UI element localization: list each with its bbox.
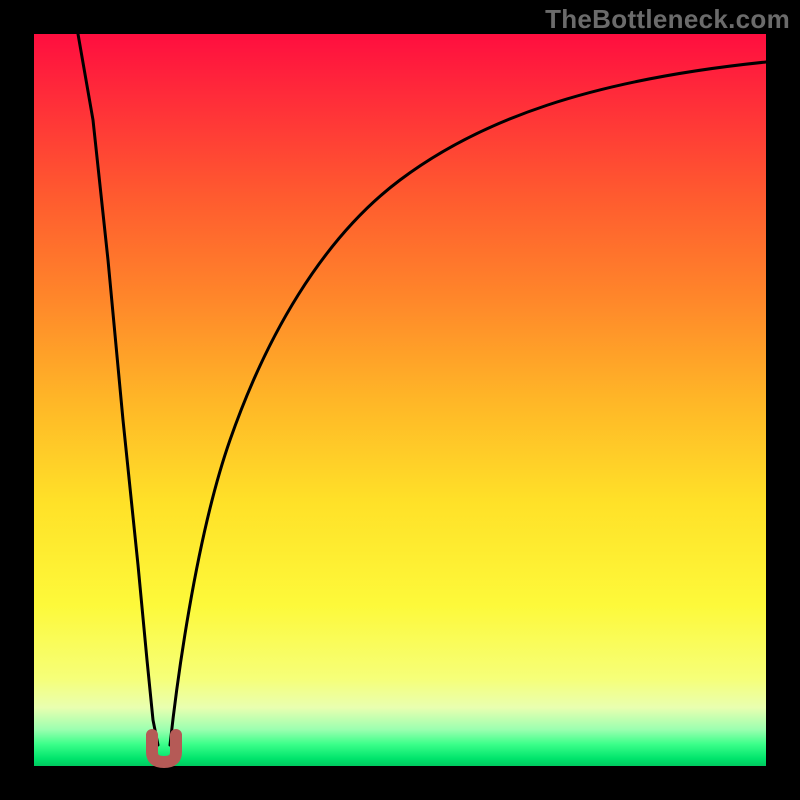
chart-frame: TheBottleneck.com — [0, 0, 800, 800]
watermark-text: TheBottleneck.com — [545, 4, 790, 35]
chart-plot-area — [34, 34, 766, 766]
